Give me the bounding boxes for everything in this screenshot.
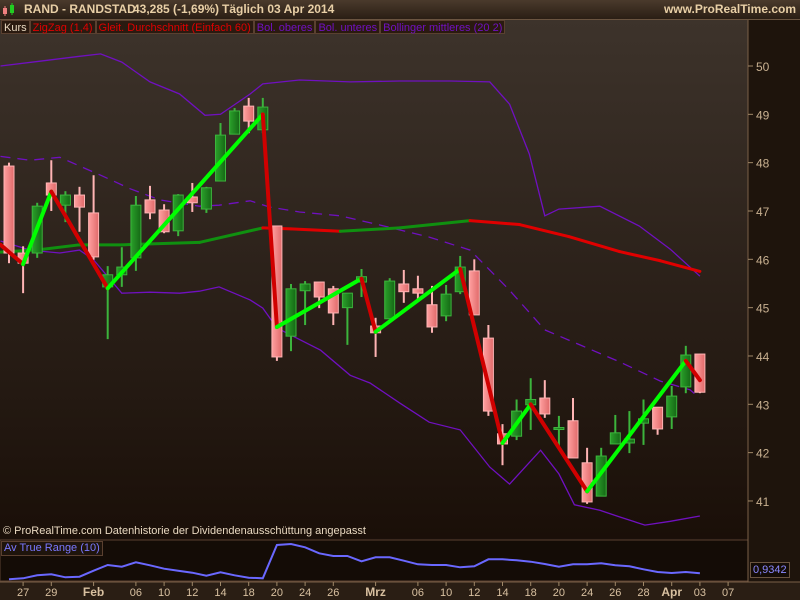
date-tick-label: Mrz <box>365 585 386 599</box>
date-tick-label: 28 <box>637 587 649 599</box>
candle-bearish <box>567 420 579 459</box>
candle-bearish <box>398 283 410 293</box>
chart-window: 50 49 48 47 46 45 44 43 42 41 27 29 Feb 06 10 12 14 18 20 2… <box>0 0 800 600</box>
atr-value-badge: 0,9342 <box>750 562 790 578</box>
candle-bearish <box>426 304 438 328</box>
date-tick-label: 27 <box>17 587 29 599</box>
candle-bullish <box>609 432 621 445</box>
candle-bullish <box>341 292 353 309</box>
date-tick-label: 06 <box>412 587 424 599</box>
candlestick-logo-icon <box>3 3 14 16</box>
price-chart[interactable]: 50 49 48 47 46 45 44 43 42 41 27 29 Feb 06 10 12 14 18 20 2… <box>0 0 800 600</box>
candle-bearish <box>3 165 15 254</box>
atr-label[interactable]: Av True Range (10) <box>1 541 103 556</box>
date-tick-label: 20 <box>553 587 565 599</box>
date-tick-label: 24 <box>581 587 593 599</box>
candle-bullish <box>285 288 297 337</box>
candle-bullish <box>440 293 452 317</box>
date-tick-label: 06 <box>130 587 142 599</box>
price-tick-label: 48 <box>756 157 770 171</box>
date-tick-label: 14 <box>214 587 226 599</box>
legend-item[interactable]: Bol. unteres <box>315 20 381 34</box>
date-tick-label: 24 <box>299 587 311 599</box>
price-tick-label: 42 <box>756 447 770 461</box>
candle-bearish <box>243 105 255 122</box>
date-tick-label: 20 <box>271 587 283 599</box>
candle-bullish <box>666 395 678 418</box>
candle-bullish <box>59 194 71 206</box>
date-tick-label: Feb <box>83 585 104 599</box>
date-tick-label: 10 <box>158 587 170 599</box>
legend-item[interactable]: ZigZag (1,4) <box>29 20 96 34</box>
legend-item[interactable]: Kurs <box>1 20 30 34</box>
date-tick-label: 10 <box>440 587 452 599</box>
candle-bullish <box>384 280 396 320</box>
candle-bullish <box>299 283 311 292</box>
candle-bearish <box>144 199 156 214</box>
price-tick-label: 45 <box>756 302 770 316</box>
candle-bearish <box>74 194 85 208</box>
date-tick-label: 07 <box>722 587 734 599</box>
last-price: 43,285 (-1,69%) <box>133 2 220 16</box>
date-tick-label: 18 <box>525 587 537 599</box>
candle-bearish <box>412 288 424 294</box>
instrument-title: RAND - RANDSTAD <box>24 2 136 16</box>
date-tick-label: 26 <box>609 587 621 599</box>
date-tick-label: Apr <box>661 585 682 599</box>
price-tick-label: 43 <box>756 398 770 412</box>
price-tick-label: 47 <box>756 205 770 219</box>
date-tick-label: 12 <box>186 587 198 599</box>
candle-bearish <box>88 212 100 258</box>
price-tick-label: 44 <box>756 350 770 364</box>
candle-bullish <box>200 187 212 210</box>
date-tick-label: 29 <box>45 587 57 599</box>
indicator-legend: Kurs ZigZag (1,4) Gleit. Durchschnitt (Ein… <box>1 20 506 34</box>
candle-bearish <box>313 281 325 298</box>
price-tick-label: 46 <box>756 253 770 267</box>
date-tick-label: 03 <box>694 587 706 599</box>
date-tick-label: 18 <box>243 587 255 599</box>
atr-panel <box>0 539 749 582</box>
title-bar: RAND - RANDSTAD 43,285 (-1,69%) Täglich … <box>0 0 800 20</box>
candle-bearish <box>539 397 551 415</box>
price-tick-label: 49 <box>756 108 770 122</box>
date-tick-label: 12 <box>468 587 480 599</box>
legend-item[interactable]: Gleit. Durchschnitt (Einfach 60) <box>95 20 254 34</box>
candle-bullish <box>553 427 565 431</box>
site-link[interactable]: www.ProRealTime.com <box>664 0 796 19</box>
candle-bearish <box>652 406 664 430</box>
date-tick-label: 26 <box>327 587 339 599</box>
copyright-note: © ProRealTime.com Datenhistorie der Divi… <box>3 525 366 537</box>
price-tick-label: 50 <box>756 60 770 74</box>
candle-bullish <box>229 110 241 135</box>
period-date: Täglich 03 Apr 2014 <box>222 2 335 16</box>
date-tick-label: 14 <box>496 587 508 599</box>
legend-item[interactable]: Bol. oberes <box>253 20 316 34</box>
price-tick-label: 41 <box>756 495 770 509</box>
legend-item[interactable]: Bollinger mittleres (20 2) <box>380 20 506 34</box>
